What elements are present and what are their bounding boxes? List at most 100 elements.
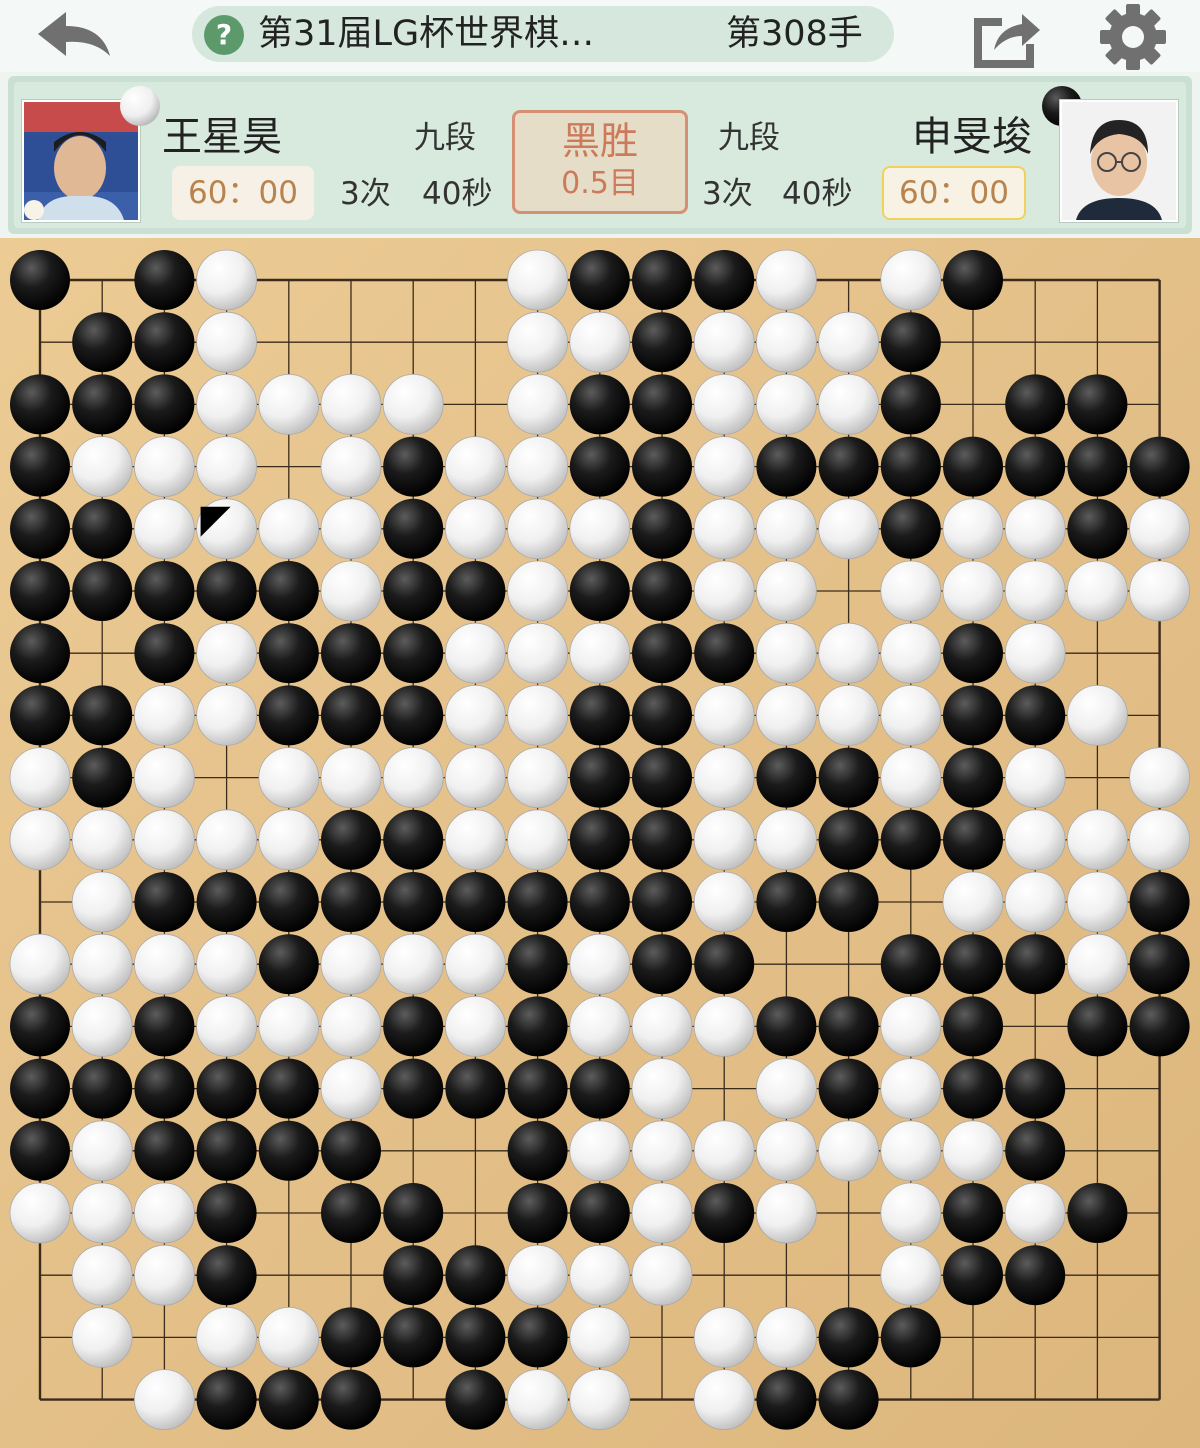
white-stone bbox=[320, 560, 382, 622]
black-stone bbox=[1067, 1183, 1128, 1243]
black-stone bbox=[445, 1307, 506, 1368]
white-stone bbox=[569, 933, 631, 995]
black-stone bbox=[72, 374, 133, 435]
black-stone bbox=[445, 1245, 506, 1306]
white-stone bbox=[880, 684, 942, 746]
black-stone bbox=[1005, 685, 1066, 746]
black-stone bbox=[569, 436, 630, 497]
white-stone bbox=[631, 1182, 693, 1244]
white-stone bbox=[71, 871, 133, 933]
white-stone bbox=[1067, 560, 1128, 622]
black-stone bbox=[632, 498, 692, 559]
white-stone bbox=[942, 1120, 1004, 1182]
white-stone bbox=[71, 1120, 133, 1182]
white-stone bbox=[942, 560, 1004, 622]
white-stone bbox=[756, 809, 817, 871]
black-stone bbox=[569, 872, 630, 932]
black-stone bbox=[632, 872, 692, 932]
black-stone bbox=[321, 1369, 381, 1430]
black-stone bbox=[632, 685, 692, 746]
black-stone bbox=[569, 250, 630, 310]
white-stone bbox=[9, 809, 71, 871]
black-stone bbox=[632, 934, 692, 995]
black-stone bbox=[383, 1183, 444, 1243]
white-stone bbox=[507, 249, 568, 311]
white-stone bbox=[569, 622, 631, 684]
black-stone bbox=[880, 312, 941, 373]
white-stone bbox=[1067, 684, 1128, 746]
game-result-box: 黑胜 0.5目 bbox=[512, 110, 688, 214]
white-stone bbox=[693, 1307, 755, 1368]
black-stone bbox=[756, 436, 817, 497]
white-stone bbox=[320, 436, 382, 498]
black-stone bbox=[134, 374, 195, 435]
black-stone bbox=[10, 436, 70, 497]
black-stone bbox=[569, 1058, 630, 1119]
black-stone bbox=[694, 250, 755, 310]
white-stone bbox=[756, 249, 817, 311]
black-stone bbox=[880, 809, 941, 870]
black-stone bbox=[880, 498, 941, 559]
black-stone bbox=[880, 1307, 941, 1368]
black-player-clock: 60：00 bbox=[882, 166, 1026, 220]
settings-button[interactable] bbox=[1094, 2, 1172, 72]
black-stone bbox=[569, 374, 630, 435]
white-stone bbox=[693, 809, 755, 871]
white-stone bbox=[258, 1307, 320, 1368]
question-circle-icon[interactable]: ? bbox=[204, 15, 244, 55]
white-stone bbox=[880, 1244, 942, 1306]
black-stone bbox=[569, 561, 630, 621]
white-stone bbox=[196, 933, 258, 995]
black-stone bbox=[258, 872, 319, 932]
white-stone bbox=[1129, 809, 1190, 871]
black-stone bbox=[134, 623, 195, 684]
white-stone bbox=[818, 498, 879, 560]
black-stone bbox=[134, 996, 195, 1057]
black-stone bbox=[943, 1245, 1003, 1306]
black-stone bbox=[632, 312, 692, 373]
black-stone bbox=[72, 312, 133, 373]
white-stone bbox=[320, 933, 382, 995]
white-stone bbox=[507, 1369, 568, 1430]
white-stone bbox=[9, 747, 71, 808]
black-stone bbox=[818, 436, 879, 497]
black-player-avatar[interactable] bbox=[1060, 100, 1178, 222]
black-stone bbox=[632, 809, 692, 870]
white-stone bbox=[880, 996, 942, 1057]
white-stone bbox=[631, 996, 693, 1057]
black-stone bbox=[258, 1120, 319, 1181]
white-stone bbox=[818, 1120, 879, 1182]
black-stone bbox=[134, 1058, 195, 1119]
black-byo-yomi-count: 3次 bbox=[702, 176, 753, 212]
black-stone bbox=[1005, 1058, 1066, 1119]
white-stone bbox=[507, 622, 568, 684]
black-stone bbox=[321, 1120, 381, 1181]
white-stone bbox=[507, 373, 568, 435]
black-stone bbox=[818, 809, 879, 870]
white-stone bbox=[71, 1182, 133, 1244]
black-stone bbox=[818, 747, 879, 808]
black-stone bbox=[445, 1369, 506, 1430]
white-stone bbox=[133, 747, 195, 808]
back-button[interactable] bbox=[28, 4, 120, 66]
black-stone bbox=[1005, 374, 1066, 435]
white-stone bbox=[320, 373, 382, 435]
black-stone bbox=[10, 561, 70, 621]
white-stone bbox=[258, 747, 320, 808]
white-stone bbox=[818, 311, 879, 373]
white-stone bbox=[196, 996, 258, 1057]
black-stone bbox=[383, 561, 444, 621]
black-stone bbox=[321, 1183, 381, 1243]
white-stone-indicator-icon bbox=[120, 86, 160, 126]
black-stone bbox=[1129, 436, 1190, 497]
black-stone bbox=[383, 685, 444, 746]
share-button[interactable] bbox=[968, 4, 1042, 70]
black-stone bbox=[196, 1058, 257, 1119]
white-stone bbox=[880, 1182, 942, 1244]
white-player-rank: 九段 bbox=[414, 120, 476, 156]
black-stone bbox=[383, 1245, 444, 1306]
board-canvas[interactable] bbox=[0, 238, 1200, 1448]
go-board[interactable] bbox=[0, 238, 1200, 1448]
white-stone bbox=[756, 622, 817, 684]
game-title-bar[interactable]: ? 第31届LG杯世界棋… 第308手 bbox=[192, 6, 894, 62]
